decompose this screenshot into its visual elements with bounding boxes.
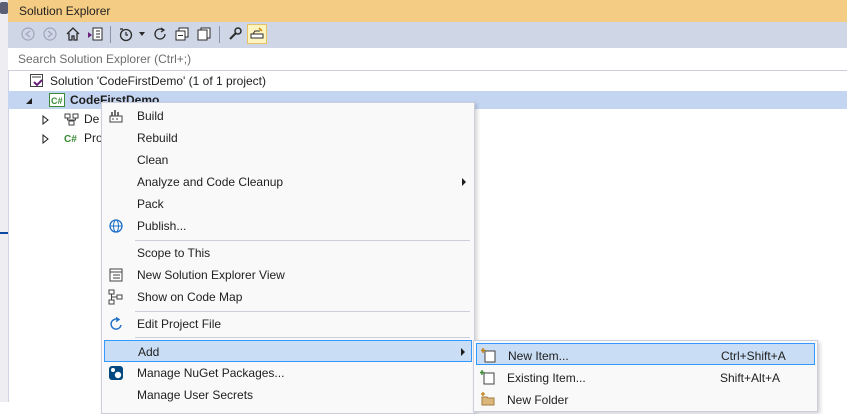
search-box <box>8 48 847 71</box>
back-icon[interactable] <box>18 24 38 44</box>
solution-label: Solution 'CodeFirstDemo' (1 of 1 project… <box>50 74 267 88</box>
existing-item-icon <box>479 369 496 385</box>
submenu-item-label: New Item... <box>508 349 569 363</box>
menu-item-scope-to-this[interactable]: Scope to This <box>104 242 472 264</box>
home-icon[interactable] <box>63 24 83 44</box>
submenu-item-new-folder[interactable]: New Folder <box>476 388 815 410</box>
dependencies-icon <box>64 112 80 126</box>
code-map-icon <box>108 289 124 305</box>
menu-item-label: Build <box>137 109 164 123</box>
submenu-item-existing-item[interactable]: Existing Item... Shift+Alt+A <box>476 366 815 388</box>
preview-selected-items-icon[interactable] <box>247 24 267 44</box>
program-label: Pro <box>84 131 103 145</box>
menu-item-label: New Solution Explorer View <box>137 268 285 282</box>
menu-item-label: Edit Project File <box>137 317 222 331</box>
pending-changes-filter-icon[interactable] <box>116 24 136 44</box>
new-explorer-view-icon <box>108 267 124 283</box>
menu-item-code-map[interactable]: Show on Code Map <box>104 286 472 308</box>
submenu-item-label: Existing Item... <box>507 371 586 385</box>
tree-row-solution[interactable]: Solution 'CodeFirstDemo' (1 of 1 project… <box>8 72 847 90</box>
add-submenu: New Item... Ctrl+Shift+A Existing Item..… <box>473 340 818 412</box>
submenu-item-label: New Folder <box>507 393 569 407</box>
menu-item-rebuild[interactable]: Rebuild <box>104 127 472 149</box>
editor-marker <box>0 232 8 234</box>
dropdown-arrow-icon[interactable] <box>136 24 148 44</box>
refresh-icon[interactable] <box>150 24 170 44</box>
menu-item-label: Publish... <box>137 219 187 233</box>
menu-item-edit-project-file[interactable]: Edit Project File <box>104 313 472 335</box>
solution-explorer-toolbar <box>8 22 847 48</box>
menu-item-label: Scope to This <box>137 246 211 260</box>
window-title: Solution Explorer <box>19 4 111 18</box>
shortcut-label: Shift+Alt+A <box>720 371 781 385</box>
project-context-menu: Build Rebuild Clean Analyze and Code Cle… <box>101 102 475 414</box>
menu-item-label: Analyze and Code Cleanup <box>137 175 284 189</box>
dependencies-label: De <box>84 112 100 126</box>
nuget-icon <box>108 365 124 381</box>
menu-separator <box>135 311 470 312</box>
collapse-all-icon[interactable] <box>172 24 192 44</box>
menu-item-nuget[interactable]: Manage NuGet Packages... <box>104 362 472 384</box>
show-all-files-icon[interactable] <box>194 24 214 44</box>
properties-wrench-icon[interactable] <box>225 24 245 44</box>
menu-item-publish[interactable]: Publish... <box>104 215 472 237</box>
tool-window-title-bar[interactable]: Solution Explorer <box>8 0 847 22</box>
menu-item-pack[interactable]: Pack <box>104 193 472 215</box>
csharp-file-icon: C# <box>64 131 80 145</box>
new-folder-icon <box>480 391 496 407</box>
menu-item-label: Show on Code Map <box>137 290 243 304</box>
expand-arrow-icon[interactable] <box>24 95 34 105</box>
collapsed-arrow-icon[interactable] <box>42 133 50 145</box>
collapsed-arrow-icon[interactable] <box>42 114 50 126</box>
menu-item-label: Manage NuGet Packages... <box>137 366 285 380</box>
submenu-item-new-item[interactable]: New Item... Ctrl+Shift+A <box>476 343 815 365</box>
menu-item-clean[interactable]: Clean <box>104 149 472 171</box>
menu-item-label: Clean <box>137 153 169 167</box>
build-icon <box>108 108 124 124</box>
vs-switch-views-icon[interactable] <box>85 24 105 44</box>
search-input[interactable] <box>18 50 818 68</box>
edit-project-icon <box>108 316 124 332</box>
menu-item-analyze[interactable]: Analyze and Code Cleanup <box>104 171 472 193</box>
menu-item-label: Manage User Secrets <box>137 388 254 402</box>
menu-item-user-secrets[interactable]: Manage User Secrets <box>104 384 472 406</box>
menu-separator <box>135 337 470 338</box>
publish-globe-icon <box>108 218 124 234</box>
settings-gear-icon[interactable] <box>0 2 8 14</box>
submenu-arrow-icon <box>462 178 466 186</box>
menu-item-label: Rebuild <box>137 131 178 145</box>
solution-icon <box>29 73 45 89</box>
menu-item-label: Add <box>138 345 160 359</box>
forward-icon[interactable] <box>40 24 60 44</box>
menu-item-add[interactable]: Add <box>104 340 472 362</box>
menu-item-build[interactable]: Build <box>104 105 472 127</box>
csharp-project-icon: C# <box>49 93 65 107</box>
menu-separator <box>135 240 470 241</box>
submenu-arrow-icon <box>461 348 465 356</box>
svg-text:C#: C# <box>64 134 77 145</box>
shortcut-label: Ctrl+Shift+A <box>721 349 786 363</box>
menu-item-new-explorer-view[interactable]: New Solution Explorer View <box>104 264 472 286</box>
new-item-icon <box>480 347 497 363</box>
svg-text:C#: C# <box>51 96 63 106</box>
menu-item-label: Pack <box>137 197 164 211</box>
